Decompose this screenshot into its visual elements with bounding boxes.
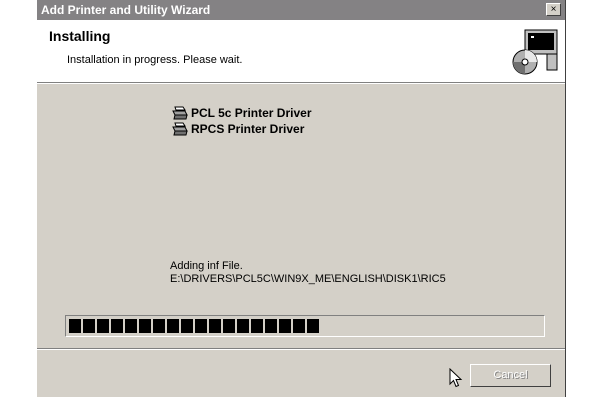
printer-icon [172, 106, 188, 120]
progress-block [153, 319, 165, 333]
driver-item-label: RPCS Printer Driver [191, 122, 305, 136]
mouse-pointer-icon [449, 368, 463, 388]
progress-block [83, 319, 95, 333]
footer-divider [37, 348, 565, 350]
status-action: Adding inf File. [170, 260, 243, 272]
progress-block [237, 319, 249, 333]
status-path: E:\DRIVERS\PCL5C\WIN9X_ME\ENGLISH\DISK1\… [170, 273, 446, 285]
progress-block [125, 319, 137, 333]
progress-block [265, 319, 277, 333]
computer-cd-icon [512, 29, 558, 75]
progress-block [307, 319, 319, 333]
window-title: Add Printer and Utility Wizard [41, 3, 211, 17]
driver-item: PCL 5c Printer Driver [172, 106, 312, 120]
progress-block [293, 319, 305, 333]
page-subtitle: Installation in progress. Please wait. [67, 54, 243, 66]
cancel-button[interactable]: Cancel [470, 364, 551, 387]
progress-block [181, 319, 193, 333]
progress-block [223, 319, 235, 333]
wizard-header: Installing Installation in progress. Ple… [37, 20, 565, 82]
progress-block [111, 319, 123, 333]
close-button[interactable]: × [546, 3, 561, 16]
driver-item: RPCS Printer Driver [172, 122, 304, 136]
progress-block [167, 319, 179, 333]
title-bar[interactable]: Add Printer and Utility Wizard × [37, 0, 565, 20]
page-title: Installing [49, 28, 111, 44]
printer-icon [172, 122, 188, 136]
progress-block [279, 319, 291, 333]
header-divider [37, 82, 565, 84]
progress-block [97, 319, 109, 333]
wizard-window: Add Printer and Utility Wizard × Install… [36, 0, 566, 397]
progress-bar [65, 315, 545, 337]
progress-block [209, 319, 221, 333]
driver-item-label: PCL 5c Printer Driver [191, 106, 312, 120]
progress-block [139, 319, 151, 333]
progress-block [251, 319, 263, 333]
progress-block [195, 319, 207, 333]
progress-block [69, 319, 81, 333]
